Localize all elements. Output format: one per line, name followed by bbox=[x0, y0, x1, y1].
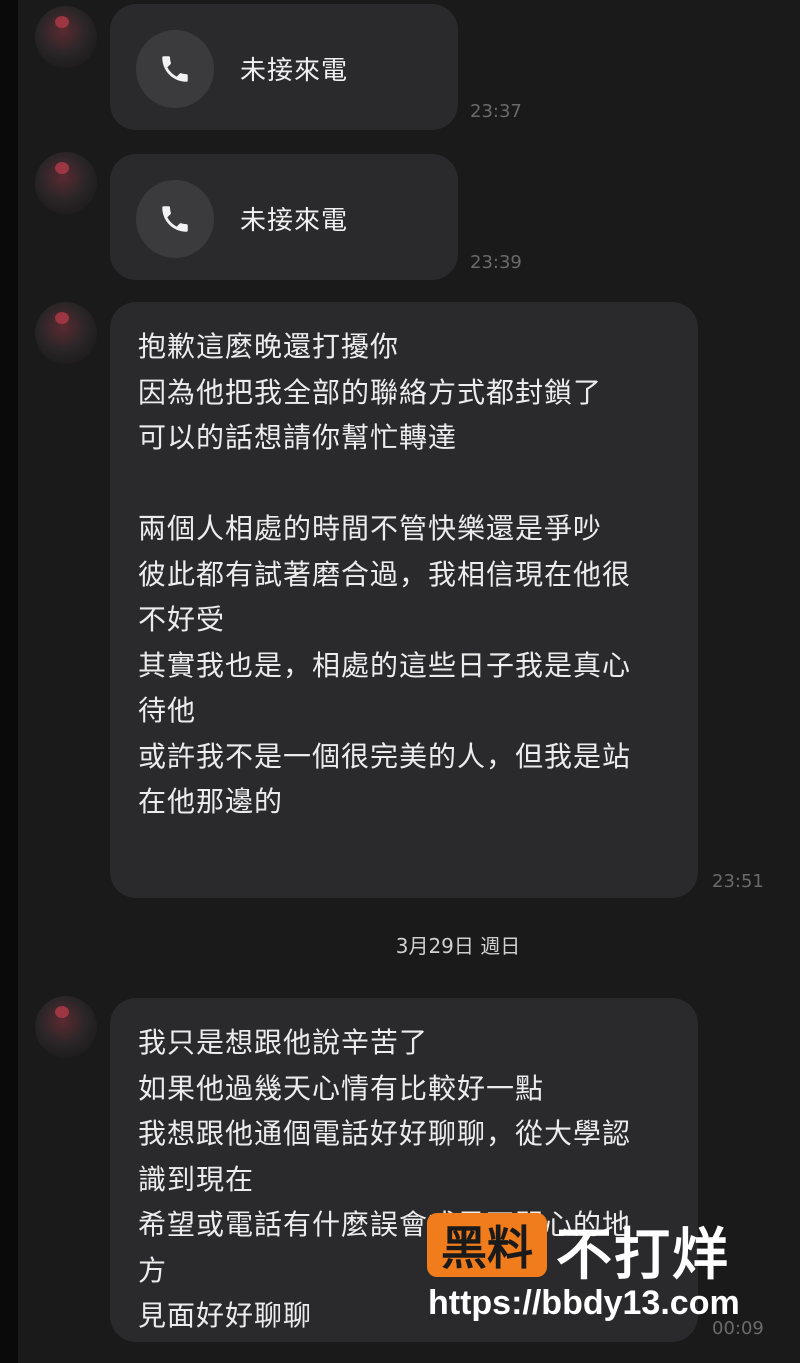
message-line: 兩個人相處的時間不管快樂還是爭吵 bbox=[138, 512, 603, 545]
message-line: 可以的話想請你幫忙轉達 bbox=[138, 421, 458, 454]
message-line: 或許我不是一個很完美的人，但我是站 bbox=[138, 739, 632, 773]
message-time: 23:51 bbox=[712, 871, 764, 892]
missed-call-bubble[interactable]: 未接來電 bbox=[110, 154, 458, 280]
screen-edge bbox=[0, 0, 18, 1363]
message-time: 23:39 bbox=[470, 252, 522, 273]
watermark-url: https://bbdy13.com bbox=[428, 1284, 740, 1322]
message-line: 抱歉這麼晚還打擾你 bbox=[138, 330, 400, 363]
message-line: 彼此都有試著磨合過，我相信現在他很 bbox=[138, 557, 632, 591]
message-line: 識到現在 bbox=[138, 1162, 255, 1196]
message-line bbox=[138, 461, 670, 507]
avatar[interactable] bbox=[35, 6, 97, 68]
message-line: 我只是想跟他說辛苦了 bbox=[138, 1026, 429, 1059]
text-message-bubble[interactable]: 抱歉這麼晚還打擾你 因為他把我全部的聯絡方式都封鎖了 可以的話想請你幫忙轉達 兩… bbox=[110, 302, 698, 898]
date-separator: 3月29日 週日 bbox=[395, 934, 521, 958]
avatar[interactable] bbox=[35, 152, 97, 214]
message-line: 待他 bbox=[138, 694, 197, 727]
call-status-label: 未接來電 bbox=[240, 206, 349, 236]
phone-icon bbox=[136, 30, 214, 108]
message-line: 在他那邊的 bbox=[138, 785, 284, 818]
message-line: 如果他過幾天心情有比較好一點 bbox=[138, 1071, 545, 1105]
message-line: 其實我也是，相處的這些日子我是真心 bbox=[138, 648, 632, 682]
phone-icon bbox=[136, 180, 214, 258]
missed-call-bubble[interactable]: 未接來電 bbox=[110, 4, 458, 130]
watermark-logo: 黑料 bbox=[427, 1213, 547, 1277]
message-line: 因為他把我全部的聯絡方式都封鎖了 bbox=[138, 375, 603, 409]
watermark-slogan: 不打烊 bbox=[556, 1223, 730, 1288]
avatar[interactable] bbox=[35, 996, 97, 1058]
message-line: 不好受 bbox=[138, 603, 226, 636]
message-line: 我想跟他通個電話好好聊聊，從大學認 bbox=[138, 1117, 632, 1150]
call-status-label: 未接來電 bbox=[240, 56, 349, 86]
message-time: 23:37 bbox=[470, 101, 522, 122]
avatar[interactable] bbox=[35, 302, 97, 364]
